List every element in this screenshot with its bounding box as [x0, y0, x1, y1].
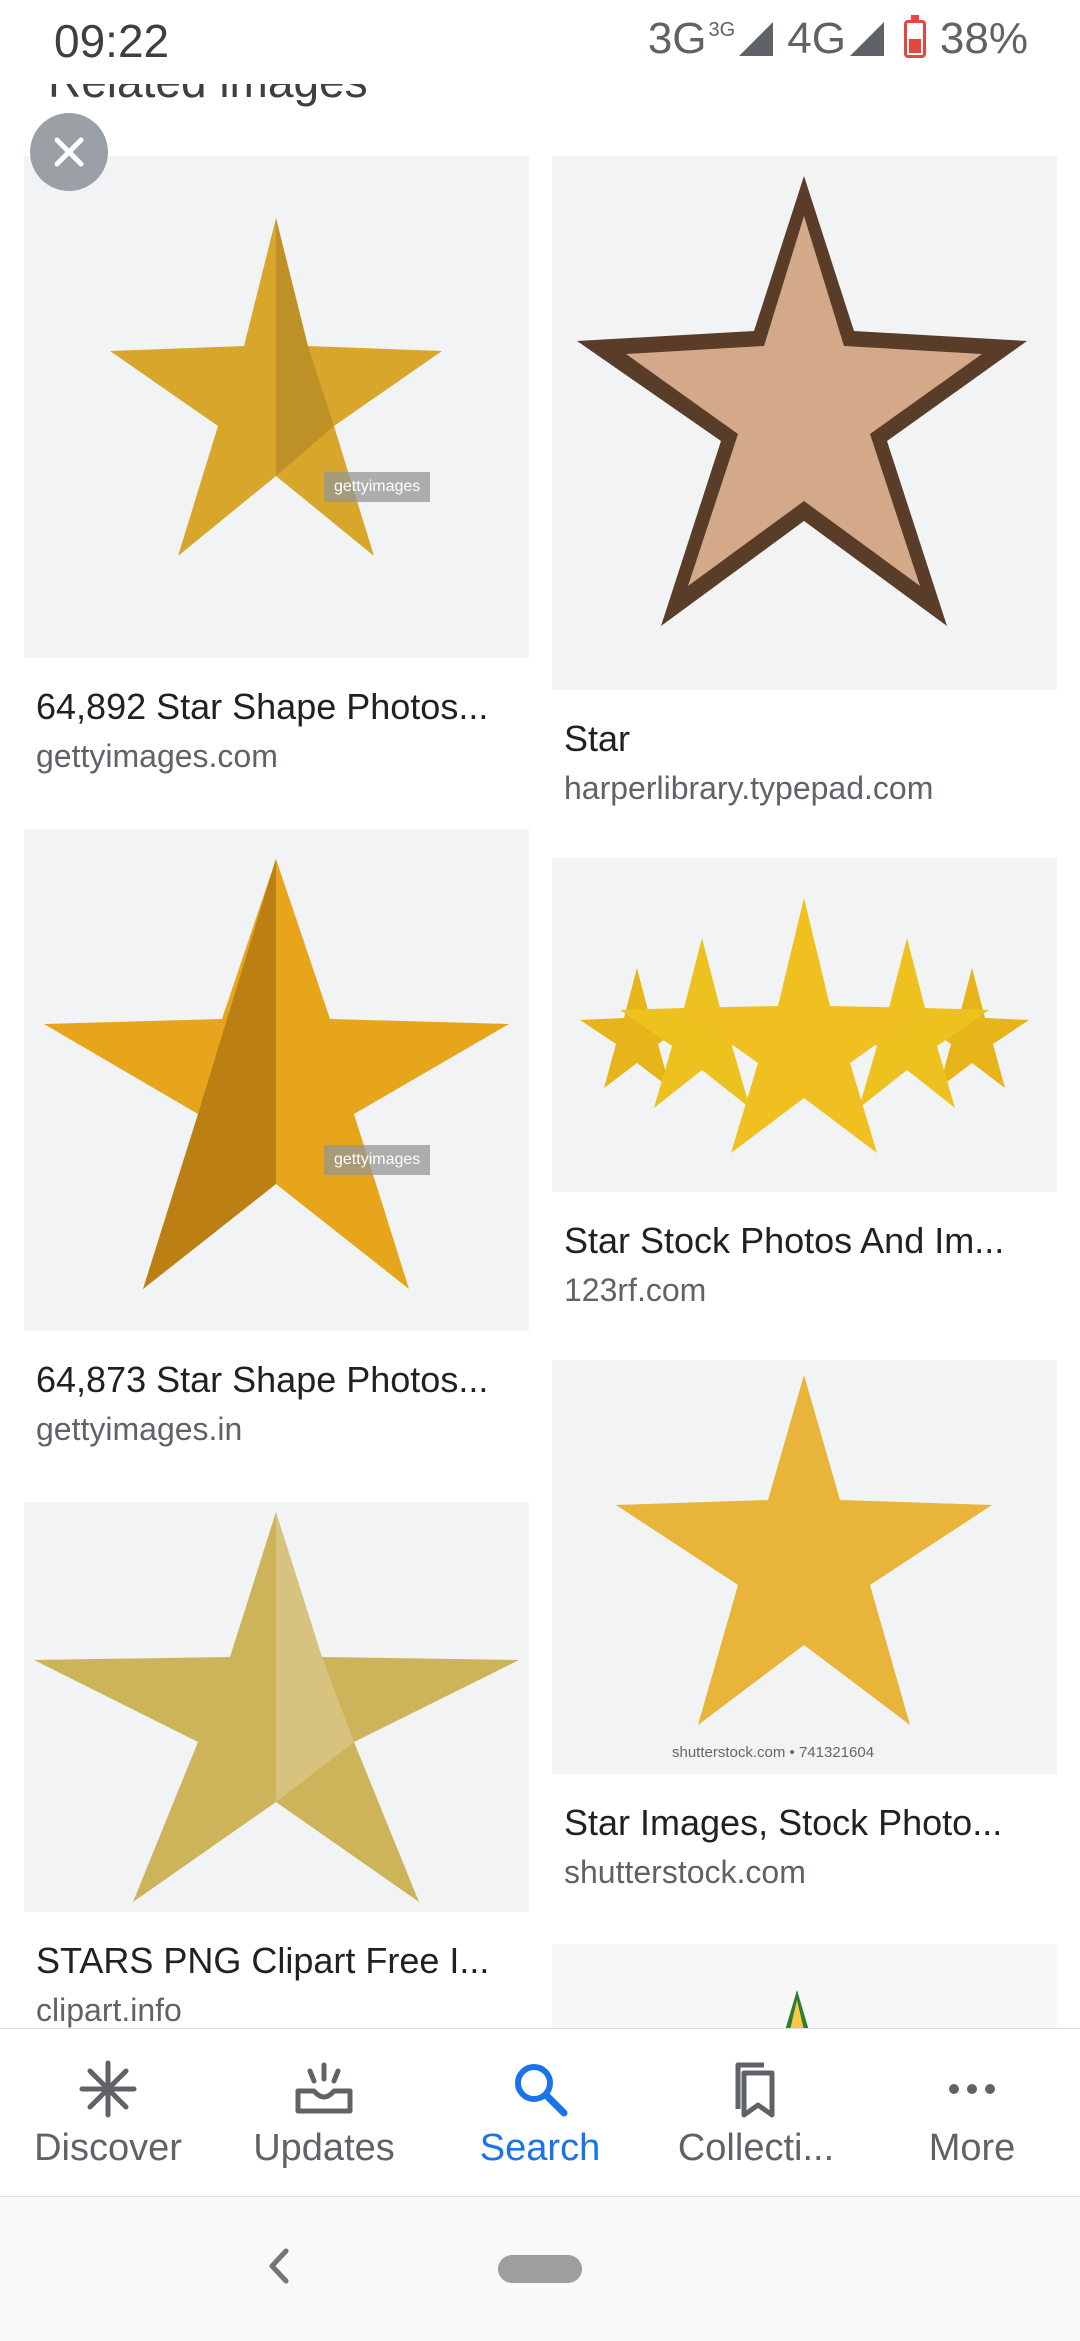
watermark: shutterstock.com • 741321604 [672, 1744, 875, 1761]
result-thumbnail[interactable] [552, 858, 1057, 1192]
result-title[interactable]: 64,892 Star Shape Photos... [36, 686, 517, 728]
collections-bookmark-icon [735, 2062, 775, 2117]
nav-search[interactable]: Search [440, 2057, 640, 2170]
star-shape [681, 898, 927, 1153]
home-pill[interactable] [498, 2255, 582, 2283]
result-card[interactable]: gettyimages 64,873 Star Shape Photos... … [24, 829, 529, 1448]
battery-icon [903, 15, 926, 58]
stars-image [580, 898, 1029, 1153]
result-title[interactable]: 64,873 Star Shape Photos... [36, 1359, 517, 1401]
network-3g: 3G 3G [648, 14, 774, 64]
result-source: shutterstock.com [564, 1854, 806, 1890]
result-title[interactable]: Star Stock Photos And Im... [564, 1220, 1045, 1262]
nav-more[interactable]: More [872, 2057, 1072, 2170]
updates-tray-icon [295, 2062, 353, 2113]
result-title[interactable]: Star [564, 718, 1045, 760]
result-thumbnail[interactable] [552, 1944, 1057, 2028]
battery-percent: 38% [939, 14, 1028, 63]
result-card[interactable]: Star harperlibrary.typepad.com [552, 156, 1057, 807]
close-button[interactable] [30, 113, 108, 191]
system-navigation-bar [0, 2196, 1080, 2341]
image-results-grid: gettyimages 64,892 Star Shape Photos... … [0, 84, 1080, 2028]
discover-asterisk-icon [79, 2060, 137, 2117]
watermark: gettyimages [324, 472, 431, 502]
result-source: gettyimages.in [36, 1411, 243, 1447]
search-icon [515, 2063, 568, 2116]
result-source: gettyimages.com [36, 738, 278, 774]
result-card[interactable]: Star Stock Photos And Im... 123rf.com [552, 858, 1057, 1309]
network-4g: 4G [787, 14, 884, 64]
star-shape [44, 859, 509, 1289]
star-image [110, 218, 442, 556]
watermark: gettyimages [324, 1145, 431, 1175]
result-card[interactable]: STARS PNG Clipart Free I... clipart.info [24, 1502, 529, 2028]
nav-updates[interactable]: Updates [224, 2057, 424, 2170]
result-thumbnail[interactable]: shutterstock.com • 741321604 [552, 1360, 1057, 1774]
nav-label: Updates [253, 2126, 395, 2169]
signal-icon [849, 22, 884, 56]
more-dots-icon [949, 2083, 995, 2094]
result-card[interactable] [552, 1944, 1057, 2028]
status-indicators: 3G 3G 4G 38% [648, 14, 1028, 64]
back-chevron-icon[interactable] [258, 2241, 298, 2291]
result-thumbnail[interactable]: gettyimages [24, 829, 529, 1331]
result-thumbnail[interactable] [552, 156, 1057, 690]
nav-label: Collecti... [677, 2126, 835, 2169]
close-icon [54, 137, 84, 167]
result-title[interactable]: STARS PNG Clipart Free I... [36, 1940, 517, 1982]
tree-image [785, 1990, 809, 2028]
star-image [577, 176, 1027, 626]
result-source: harperlibrary.typepad.com [564, 770, 934, 806]
result-source: clipart.info [36, 1992, 182, 2028]
result-thumbnail[interactable] [24, 1502, 529, 1912]
result-card[interactable]: shutterstock.com • 741321604 Star Images… [552, 1360, 1057, 1891]
nav-discover[interactable]: Discover [8, 2057, 208, 2170]
bottom-nav: Discover Updates Search Collecti... More [0, 2028, 1080, 2197]
signal-icon [739, 22, 774, 56]
star-shape [616, 1375, 992, 1725]
nav-label: More [928, 2126, 1016, 2169]
result-card[interactable]: gettyimages 64,892 Star Shape Photos... … [24, 156, 529, 775]
result-thumbnail[interactable]: gettyimages [24, 156, 529, 658]
status-time: 09:22 [54, 15, 170, 67]
star-image [34, 1512, 519, 1902]
star-image [616, 1375, 992, 1725]
nav-collections[interactable]: Collecti... [656, 2057, 856, 2170]
result-title[interactable]: Star Images, Stock Photo... [564, 1802, 1045, 1844]
result-source: 123rf.com [564, 1272, 707, 1308]
status-bar: 09:22 3G 3G 4G 38% [0, 0, 1080, 84]
nav-label: Search [479, 2126, 601, 2169]
star-image [44, 859, 509, 1289]
nav-label: Discover [34, 2126, 182, 2169]
